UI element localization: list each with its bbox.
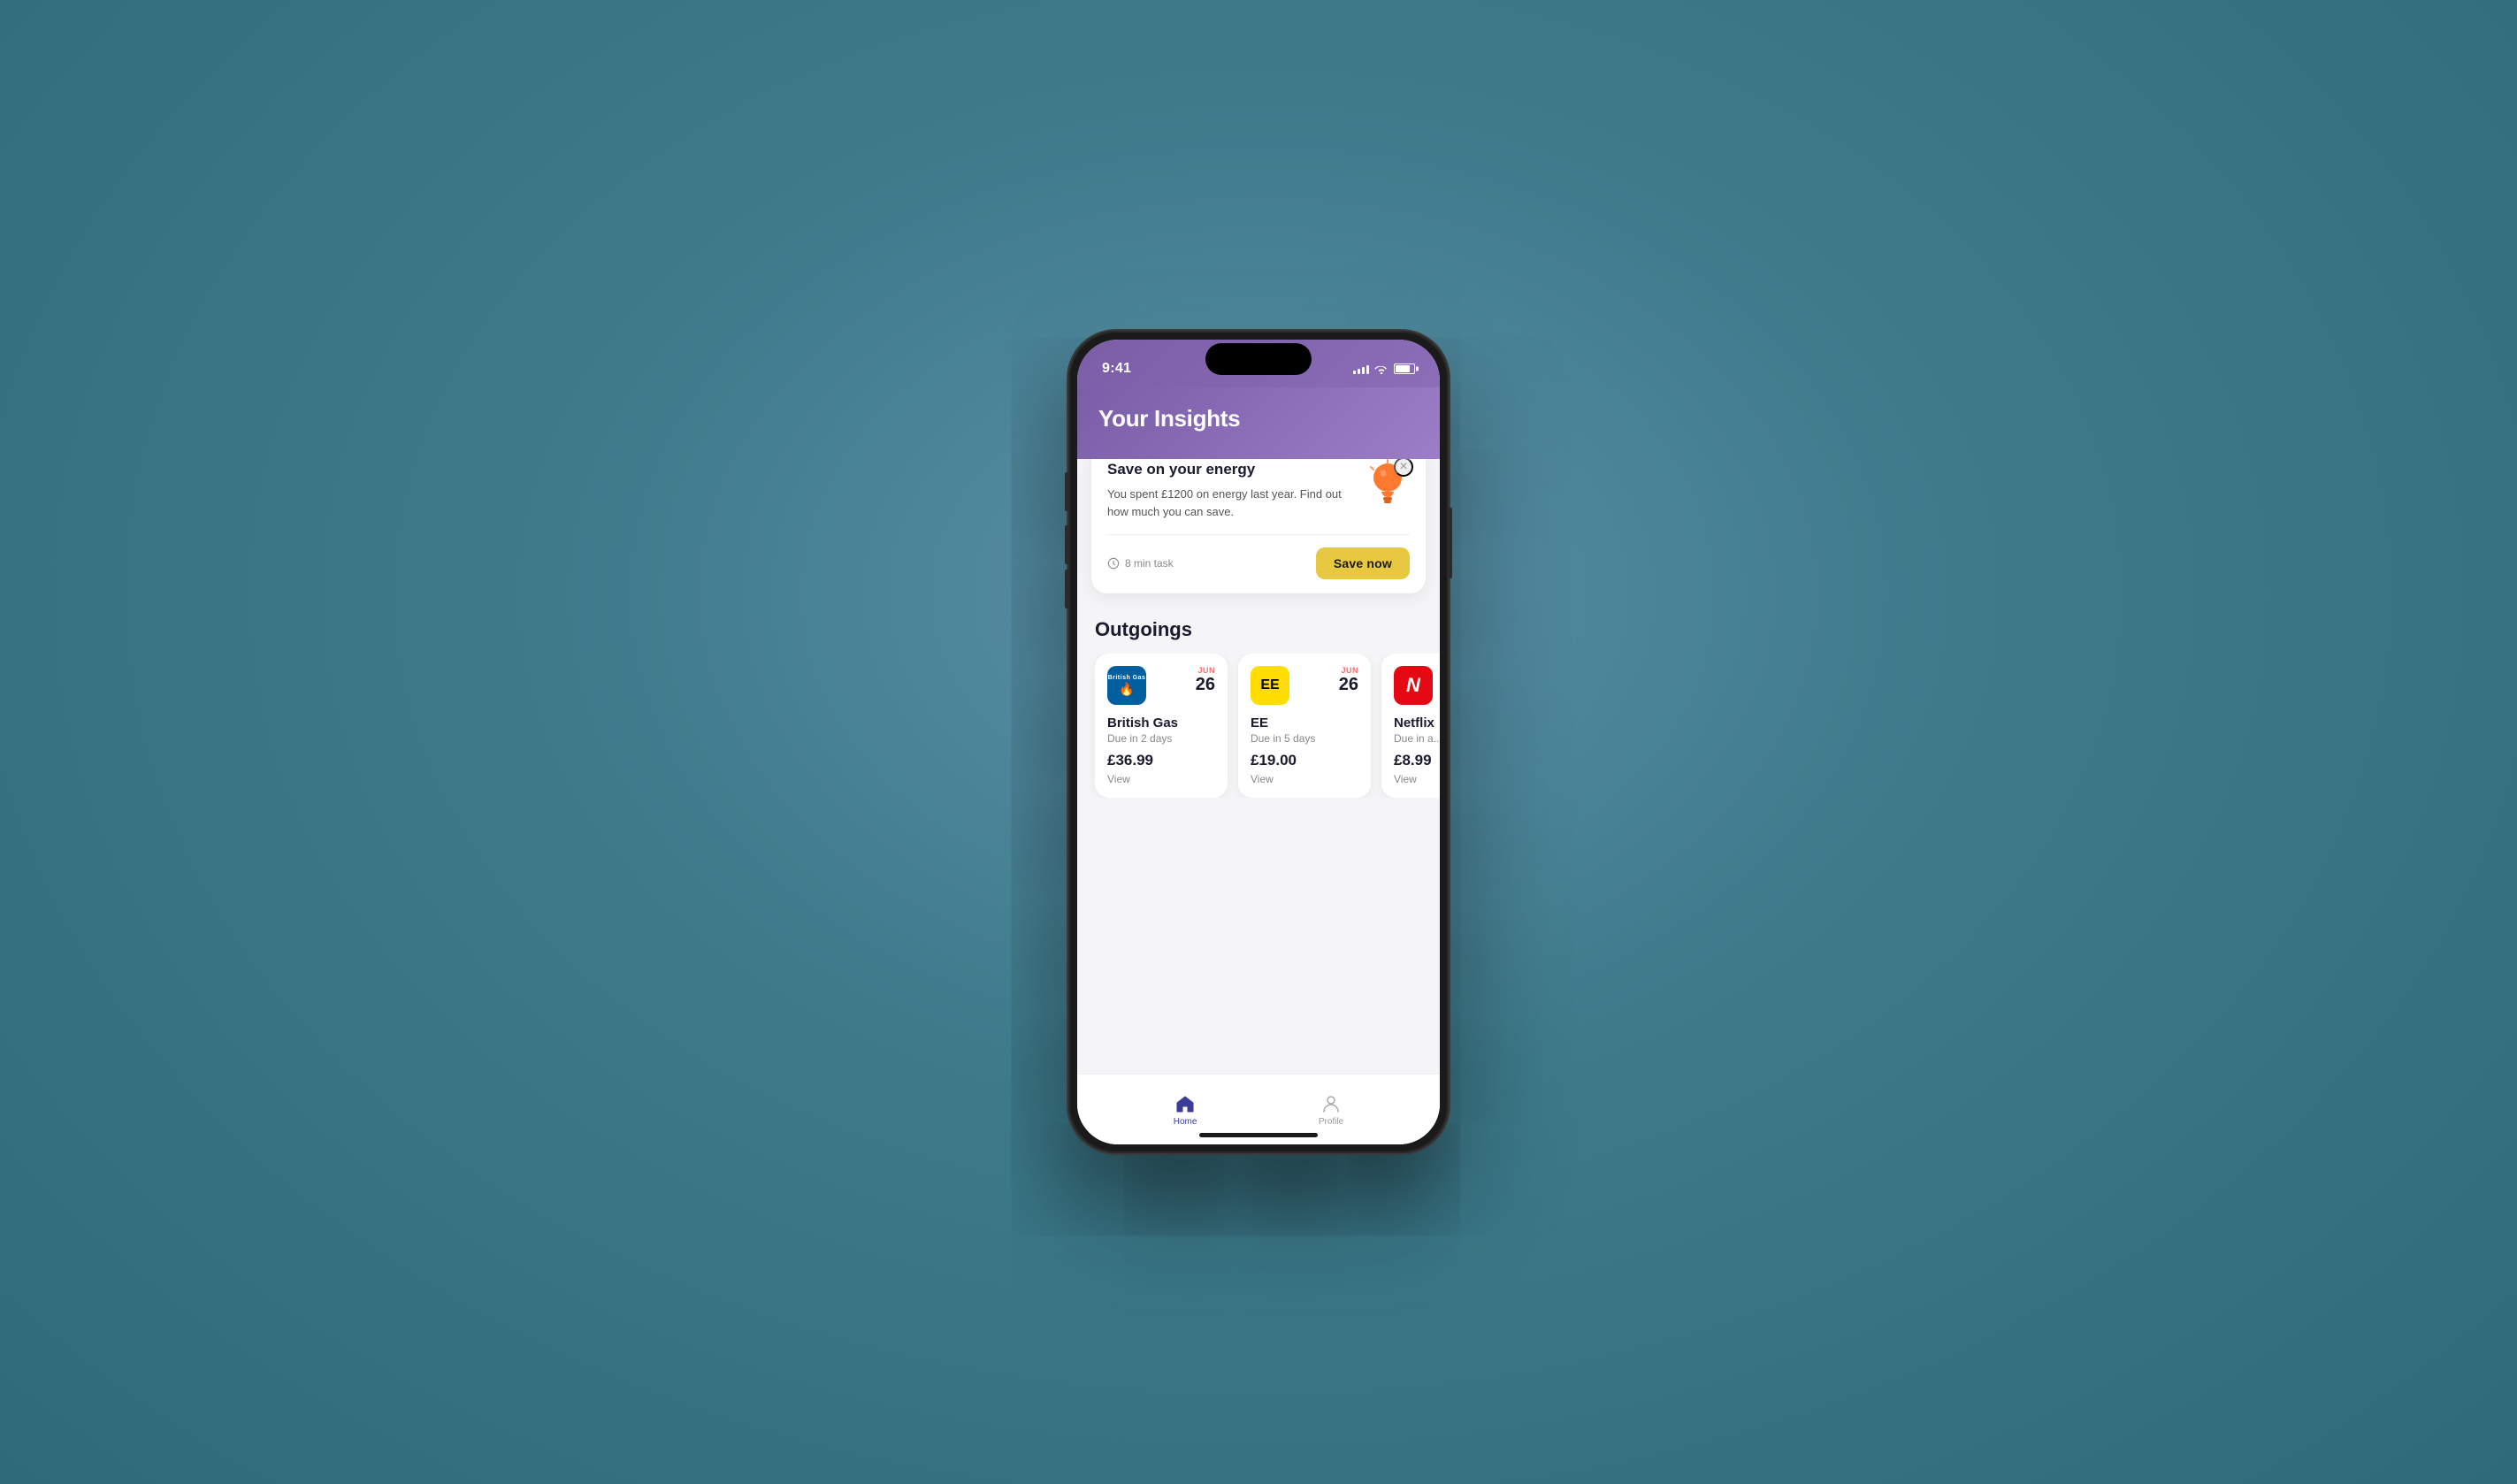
wifi-icon (1374, 363, 1389, 374)
outgoing-card-netflix[interactable]: N JUN 26 Netflix Due in a... £8.99 View (1381, 654, 1440, 798)
card-body: Save on your energy You spent £1200 on e… (1107, 461, 1410, 520)
due-text: Due in a... (1394, 732, 1440, 745)
app-header: Your Insights (1077, 387, 1440, 459)
phone-screen: 9:41 (1077, 340, 1440, 1144)
nav-profile-label: Profile (1319, 1117, 1343, 1127)
outgoings-list[interactable]: British Gas 🔥 JUN 26 British Gas (1077, 654, 1440, 798)
home-icon (1174, 1093, 1196, 1114)
due-date: JUN 26 (1196, 666, 1215, 694)
due-text: Due in 5 days (1251, 732, 1358, 745)
card-text: Save on your energy You spent £1200 on e… (1107, 461, 1366, 520)
scene: 9:41 (914, 88, 1603, 1396)
due-day: 26 (1339, 675, 1358, 694)
phone-frame: 9:41 (1068, 331, 1449, 1153)
signal-icon (1353, 363, 1369, 374)
clock-icon (1107, 557, 1120, 570)
amount: £19.00 (1251, 752, 1358, 769)
save-now-button[interactable]: Save now (1316, 547, 1410, 579)
view-link[interactable]: View (1394, 773, 1440, 785)
nav-home-label: Home (1174, 1117, 1197, 1127)
outgoing-card-ee[interactable]: EE JUN 26 EE Due in 5 days £19.00 View (1238, 654, 1371, 798)
outgoing-card-british-gas[interactable]: British Gas 🔥 JUN 26 British Gas (1095, 654, 1228, 798)
nav-home[interactable]: Home (1174, 1093, 1197, 1127)
amount: £36.99 (1107, 752, 1215, 769)
card-header: N JUN 26 (1394, 666, 1440, 705)
company-name: British Gas (1107, 715, 1215, 731)
home-bar (1199, 1133, 1318, 1137)
card-title: Save on your energy (1107, 461, 1357, 478)
nav-profile[interactable]: Profile (1319, 1093, 1343, 1127)
insight-card: × Save on your energy You spent £1200 on… (1091, 459, 1426, 593)
ee-logo: EE (1251, 666, 1289, 705)
profile-icon (1320, 1093, 1342, 1114)
view-link[interactable]: View (1251, 773, 1358, 785)
status-icons (1353, 363, 1415, 374)
card-description: You spent £1200 on energy last year. Fin… (1107, 486, 1357, 520)
netflix-logo: N (1394, 666, 1433, 705)
company-name: Netflix (1394, 715, 1440, 731)
dynamic-island (1205, 343, 1312, 375)
page-title: Your Insights (1098, 405, 1419, 432)
due-month: JUN (1196, 666, 1215, 675)
view-link[interactable]: View (1107, 773, 1215, 785)
app-content: Your Insights × Save on your energy You … (1077, 387, 1440, 1144)
due-day: 26 (1196, 675, 1215, 694)
company-name: EE (1251, 715, 1358, 731)
card-footer: 8 min task Save now (1107, 534, 1410, 579)
due-month: JUN (1339, 666, 1358, 675)
outgoings-title: Outgoings (1077, 611, 1440, 654)
due-date: JUN 26 (1339, 666, 1358, 694)
battery-icon (1394, 363, 1415, 374)
task-time: 8 min task (1107, 557, 1174, 570)
close-button[interactable]: × (1394, 459, 1413, 477)
task-time-label: 8 min task (1125, 557, 1174, 570)
amount: £8.99 (1394, 752, 1440, 769)
card-header: British Gas 🔥 JUN 26 (1107, 666, 1215, 705)
british-gas-logo: British Gas 🔥 (1107, 666, 1146, 705)
status-time: 9:41 (1102, 361, 1131, 377)
scroll-content[interactable]: × Save on your energy You spent £1200 on… (1077, 459, 1440, 1144)
card-header: EE JUN 26 (1251, 666, 1358, 705)
due-text: Due in 2 days (1107, 732, 1215, 745)
